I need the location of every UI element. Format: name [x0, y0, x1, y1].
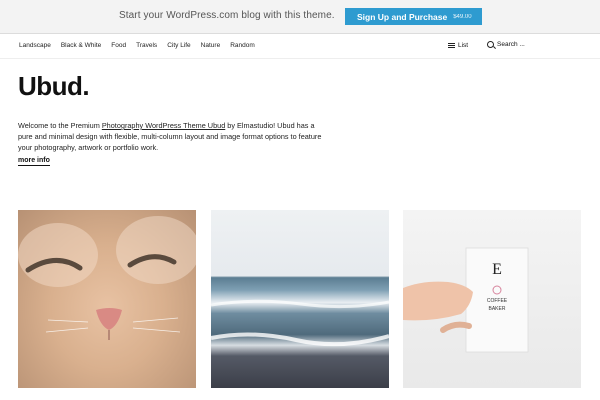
sea-photo	[211, 299, 389, 347]
nav-item-black-white[interactable]: Black & White	[61, 42, 101, 49]
list-label: List	[458, 42, 469, 49]
more-info-link[interactable]: more info	[18, 157, 50, 166]
site-title: Ubud.	[18, 71, 90, 101]
intro-before: Welcome to the Premium	[18, 121, 102, 130]
card-letter: E	[492, 261, 502, 278]
card-line2: BAKER	[489, 306, 506, 312]
nav-item-random[interactable]: Random	[230, 42, 255, 49]
cat-photo	[18, 216, 196, 340]
promo-bar: Start your WordPress.com blog with this …	[0, 0, 600, 34]
nav-item-city-life[interactable]: City Life	[167, 42, 190, 49]
promo-text: Start your WordPress.com blog with this …	[119, 10, 335, 21]
main-nav: Landscape Black & White Food Travels Cit…	[0, 35, 600, 59]
gallery-image-sea[interactable]	[211, 210, 389, 388]
price-label: $49.00	[453, 13, 472, 20]
signup-purchase-button[interactable]: Sign Up and Purchase $49.00	[345, 8, 482, 25]
gallery-image-cat[interactable]	[18, 210, 196, 388]
search-input[interactable]: Search ...	[497, 41, 525, 48]
search-icon	[487, 41, 494, 48]
category-menu: Landscape Black & White Food Travels Cit…	[19, 42, 265, 49]
list-icon	[448, 42, 455, 49]
nav-item-food[interactable]: Food	[111, 42, 126, 49]
nav-item-landscape[interactable]: Landscape	[19, 42, 51, 49]
nav-item-nature[interactable]: Nature	[201, 42, 221, 49]
nav-item-travels[interactable]: Travels	[136, 42, 157, 49]
card-line1: COFFEE	[487, 298, 508, 304]
signup-button-label: Sign Up and Purchase	[357, 11, 448, 22]
search-box[interactable]: Search ...	[487, 41, 525, 48]
theme-link[interactable]: Photography WordPress Theme Ubud	[102, 121, 225, 130]
list-view-toggle[interactable]: List	[448, 42, 468, 49]
gallery-image-business-card[interactable]: E COFFEE BAKER	[403, 210, 581, 388]
intro-text: Welcome to the Premium Photography WordP…	[18, 120, 323, 153]
business-card-photo: E COFFEE BAKER	[403, 247, 529, 353]
